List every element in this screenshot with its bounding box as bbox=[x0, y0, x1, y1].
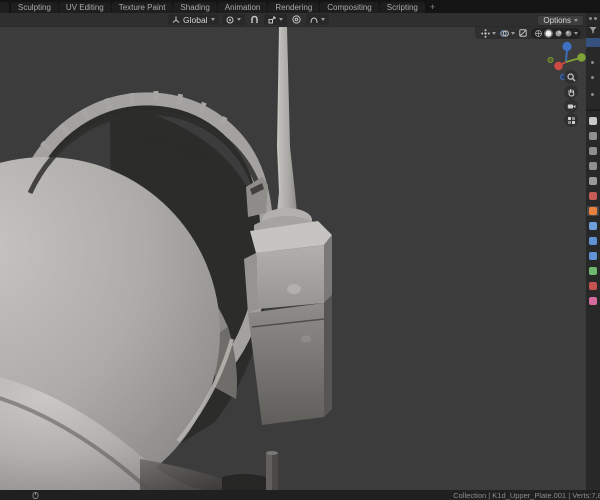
properties-tab[interactable] bbox=[587, 236, 599, 246]
properties-tab-icon bbox=[589, 297, 597, 305]
workspace-tabs: Sculpting UV Editing Texture Paint Shadi… bbox=[11, 2, 426, 13]
overlays-icon bbox=[500, 29, 509, 37]
properties-tab-icon bbox=[589, 267, 597, 275]
3d-viewport[interactable] bbox=[0, 27, 586, 490]
properties-tab-icon bbox=[589, 162, 597, 170]
pivot-point-dropdown[interactable] bbox=[221, 14, 245, 25]
magnifier-icon bbox=[566, 72, 575, 81]
workspace-tab[interactable]: Animation bbox=[217, 2, 268, 13]
orientation-axes-icon bbox=[172, 16, 180, 23]
workspace-tab[interactable]: Sculpting bbox=[11, 2, 58, 13]
xray-toggle[interactable] bbox=[519, 29, 527, 37]
chevron-down-icon bbox=[574, 31, 578, 35]
workspace-tabbar: Sculpting UV Editing Texture Paint Shadi… bbox=[0, 0, 600, 13]
snap-target-dropdown[interactable] bbox=[263, 14, 287, 25]
pivot-icon bbox=[226, 16, 234, 23]
properties-tab[interactable] bbox=[587, 146, 599, 156]
chevron-down-icon bbox=[320, 18, 325, 21]
outliner-item-dot[interactable] bbox=[591, 76, 594, 79]
properties-tab-icon bbox=[589, 192, 597, 200]
chevron-down-icon bbox=[574, 19, 578, 22]
options-label: Options bbox=[543, 16, 571, 25]
properties-tab[interactable] bbox=[587, 296, 599, 306]
xray-icon bbox=[519, 29, 527, 37]
camera-view-button[interactable] bbox=[564, 99, 578, 113]
properties-tab-icon bbox=[589, 177, 597, 185]
perspective-toggle-button[interactable] bbox=[564, 113, 578, 127]
funnel-icon[interactable] bbox=[589, 26, 597, 34]
properties-tab-icon bbox=[589, 132, 597, 140]
transform-controls: Global bbox=[168, 14, 329, 25]
snap-target-icon bbox=[268, 16, 276, 23]
zoom-view-button[interactable] bbox=[564, 70, 578, 84]
outliner-item-dot[interactable] bbox=[591, 61, 594, 64]
viewport-header: Global Options bbox=[0, 13, 600, 27]
properties-tab[interactable] bbox=[587, 176, 599, 186]
workspace-tab[interactable]: Compositing bbox=[320, 2, 379, 13]
add-workspace-button[interactable]: + bbox=[426, 2, 439, 13]
chevron-down-icon bbox=[210, 18, 215, 21]
workspace-tab[interactable]: Scripting bbox=[379, 2, 425, 13]
properties-tab-icon bbox=[589, 222, 597, 230]
move-view-button[interactable] bbox=[564, 85, 578, 99]
model-render bbox=[0, 27, 586, 490]
shading-wireframe-button[interactable] bbox=[534, 29, 543, 38]
properties-tab-icon bbox=[589, 237, 597, 245]
show-gizmo-dropdown[interactable] bbox=[481, 28, 496, 38]
properties-tab[interactable] bbox=[587, 251, 599, 261]
outliner-selected-row[interactable] bbox=[586, 38, 600, 47]
ortho-grid-icon bbox=[567, 116, 575, 124]
workspace-tab[interactable]: Texture Paint bbox=[111, 2, 173, 13]
properties-tab-rail bbox=[586, 114, 600, 306]
properties-tab[interactable] bbox=[587, 161, 599, 171]
workspace-tab[interactable]: UV Editing bbox=[58, 2, 111, 13]
properties-tab[interactable] bbox=[587, 206, 599, 216]
properties-tab-icon bbox=[589, 207, 597, 215]
snap-toggle[interactable] bbox=[248, 14, 261, 25]
properties-tab[interactable] bbox=[587, 191, 599, 201]
options-button[interactable]: Options bbox=[537, 15, 584, 26]
camera-icon bbox=[567, 104, 575, 108]
magnet-icon bbox=[250, 15, 258, 23]
outliner-filter-icon[interactable] bbox=[594, 17, 597, 20]
properties-tab-icon bbox=[589, 117, 597, 125]
properties-tab-icon bbox=[589, 252, 597, 260]
mouse-action-icon bbox=[32, 492, 39, 499]
proportional-editing-toggle[interactable] bbox=[290, 14, 303, 25]
properties-tab[interactable] bbox=[587, 116, 599, 126]
chevron-down-icon bbox=[236, 18, 241, 21]
transform-orientation-dropdown[interactable]: Global bbox=[168, 14, 219, 25]
editor-divider bbox=[586, 109, 600, 111]
outliner-item-dot[interactable] bbox=[591, 93, 594, 96]
proportional-falloff-dropdown[interactable] bbox=[305, 14, 329, 25]
orientation-label: Global bbox=[183, 14, 208, 25]
properties-tab-icon bbox=[589, 282, 597, 290]
partial-workspace-tab[interactable] bbox=[0, 2, 9, 13]
falloff-curve-icon bbox=[310, 16, 318, 23]
properties-tab[interactable] bbox=[587, 281, 599, 291]
hand-icon bbox=[568, 88, 574, 97]
outliner-header-icon[interactable] bbox=[589, 17, 592, 20]
scene-statistics: Collection | K1d_Upper_Plate.001 | Verts… bbox=[453, 491, 600, 500]
gizmo-icon bbox=[481, 28, 490, 38]
workspace-tab[interactable]: Shading bbox=[173, 2, 217, 13]
chevron-down-icon bbox=[278, 18, 283, 21]
blender-window: Sculpting UV Editing Texture Paint Shadi… bbox=[0, 0, 600, 500]
workspace-tab[interactable]: Rendering bbox=[268, 2, 320, 13]
show-overlays-dropdown[interactable] bbox=[500, 29, 515, 38]
status-bar: Collection | K1d_Upper_Plate.001 | Verts… bbox=[0, 490, 600, 500]
right-editors-strip[interactable] bbox=[586, 13, 600, 490]
properties-tab[interactable] bbox=[587, 131, 599, 141]
chevron-down-icon bbox=[511, 31, 515, 35]
proportional-editing-icon bbox=[291, 15, 301, 24]
chevron-down-icon bbox=[492, 31, 496, 35]
properties-tab[interactable] bbox=[587, 266, 599, 276]
wireframe-icon bbox=[535, 29, 542, 37]
properties-tab[interactable] bbox=[587, 221, 599, 231]
properties-tab-icon bbox=[589, 147, 597, 155]
